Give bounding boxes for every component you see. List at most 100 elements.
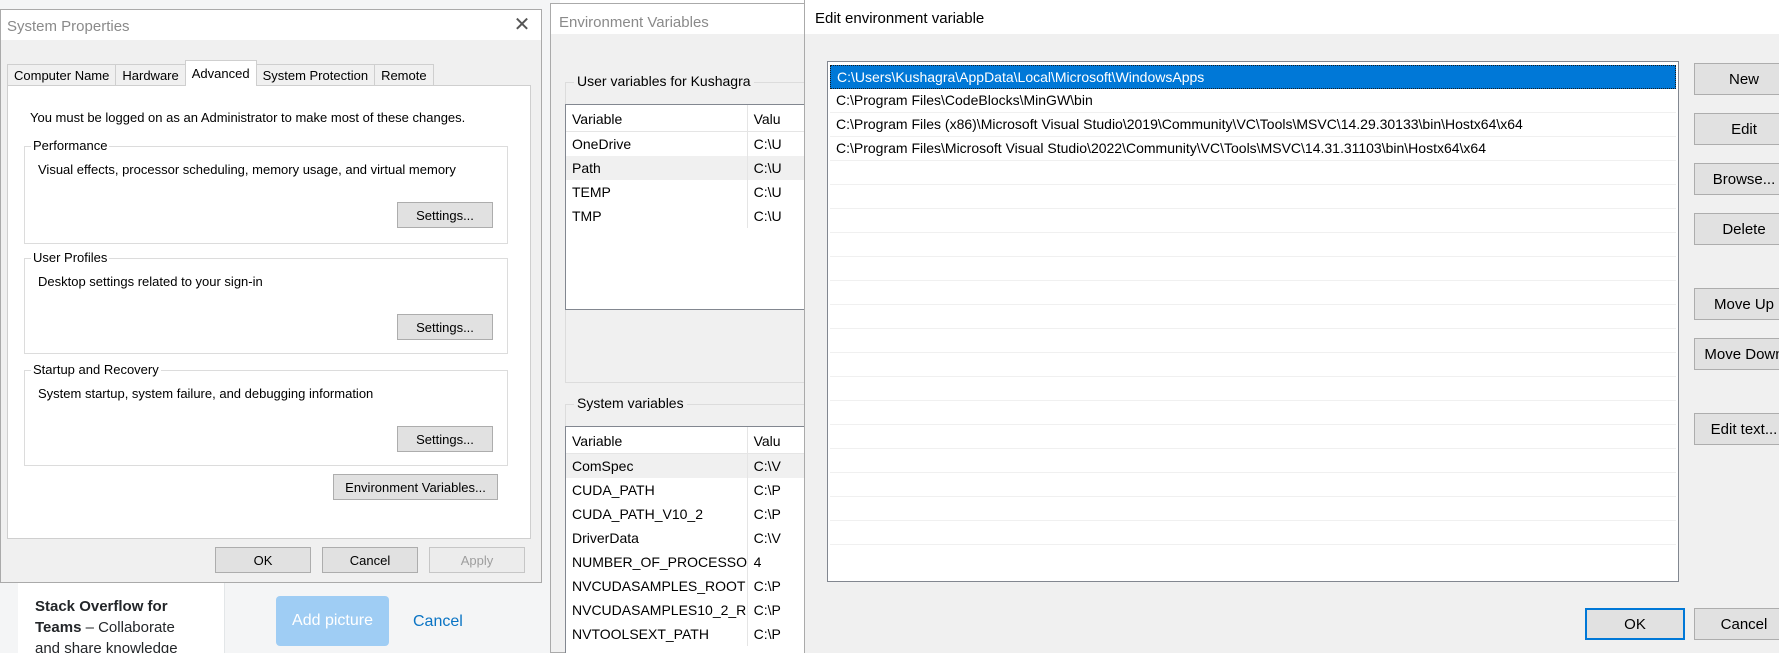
tab-system-protection[interactable]: System Protection <box>255 64 376 86</box>
system-variables-list[interactable]: Variable Valu ComSpec C:\V CUDA_PATH C:\P … <box>565 426 805 653</box>
empty-row[interactable] <box>830 185 1676 209</box>
path-list[interactable]: C:\Users\Kushagra\AppData\Local\Microsof… <box>827 61 1679 582</box>
path-list-item[interactable]: C:\Program Files\Microsoft Visual Studio… <box>830 137 1676 161</box>
background-cancel-link[interactable]: Cancel <box>413 613 463 631</box>
table-row[interactable]: CUDA_PATH C:\P <box>566 478 804 502</box>
startup-recovery-label: Startup and Recovery <box>31 362 161 377</box>
performance-desc: Visual effects, processor scheduling, me… <box>38 162 456 177</box>
table-row[interactable]: TEMP C:\U <box>566 180 804 204</box>
path-list-item[interactable]: C:\Program Files (x86)\Microsoft Visual … <box>830 113 1676 137</box>
empty-row[interactable] <box>830 281 1676 305</box>
ok-button[interactable]: OK <box>1585 608 1685 640</box>
col-variable[interactable]: Variable <box>566 427 748 453</box>
variable-value: C:\P <box>753 482 781 498</box>
variable-name: CUDA_PATH <box>566 478 748 502</box>
edit-text-button[interactable]: Edit text... <box>1694 413 1779 445</box>
user-profiles-group: User Profiles Desktop settings related t… <box>24 250 508 354</box>
empty-row[interactable] <box>830 353 1676 377</box>
empty-row[interactable] <box>830 401 1676 425</box>
startup-recovery-settings-label: Settings... <box>416 431 474 447</box>
variable-value: C:\U <box>753 136 782 152</box>
startup-recovery-settings-button[interactable]: Settings... <box>397 426 493 452</box>
variable-name: NVCUDASAMPLES_ROOT <box>566 574 748 598</box>
cancel-button[interactable]: Cancel <box>322 547 418 573</box>
tab-advanced[interactable]: Advanced <box>184 60 257 86</box>
table-row[interactable]: OneDrive C:\U <box>566 132 804 156</box>
move-down-button[interactable]: Move Down <box>1694 338 1779 370</box>
table-row[interactable]: TMP C:\U <box>566 204 804 228</box>
table-row[interactable]: NVCUDASAMPLES_ROOT C:\P <box>566 574 804 598</box>
so-teams-promo[interactable]: Stack Overflow for Teams – Collaborate a… <box>35 596 195 653</box>
system-properties-titlebar[interactable]: System Properties <box>1 10 541 40</box>
variable-value: C:\U <box>753 184 782 200</box>
edit-button[interactable]: Edit <box>1694 113 1779 145</box>
empty-row[interactable] <box>830 161 1676 185</box>
user-variables-header: Variable Valu <box>566 105 804 132</box>
empty-row[interactable] <box>830 473 1676 497</box>
table-row[interactable]: ComSpec C:\V <box>566 454 804 478</box>
col-value[interactable]: Valu <box>748 427 804 453</box>
empty-row[interactable] <box>830 377 1676 401</box>
variable-name: TEMP <box>566 180 748 204</box>
admin-note: You must be logged on as an Administrato… <box>30 110 466 125</box>
table-row[interactable]: NVTOOLSEXT_PATH C:\P <box>566 622 804 646</box>
path-list-item[interactable]: C:\Users\Kushagra\AppData\Local\Microsof… <box>830 65 1676 89</box>
browse-button[interactable]: Browse... <box>1694 163 1779 195</box>
col-value[interactable]: Valu <box>748 105 804 131</box>
variable-value: C:\P <box>753 626 781 642</box>
delete-button[interactable]: Delete <box>1694 213 1779 245</box>
table-row[interactable]: CUDA_PATH_V10_2 C:\P <box>566 502 804 526</box>
path-list-item[interactable]: C:\Program Files\CodeBlocks\MinGW\bin <box>830 89 1676 113</box>
startup-recovery-desc: System startup, system failure, and debu… <box>38 386 374 401</box>
table-row[interactable]: Path C:\U <box>566 156 804 180</box>
add-picture-button[interactable]: Add picture <box>276 596 389 646</box>
variable-name: DriverData <box>566 526 748 550</box>
system-properties-window: System Properties ✕ Computer Name Hardwa… <box>0 9 542 583</box>
empty-row[interactable] <box>830 521 1676 545</box>
environment-variables-button[interactable]: Environment Variables... <box>333 474 498 500</box>
tab-remote[interactable]: Remote <box>374 64 434 86</box>
variable-name: NVCUDASAMPLES10_2_R... <box>566 598 748 622</box>
table-row[interactable]: NVCUDASAMPLES10_2_R... C:\P <box>566 598 804 622</box>
apply-button[interactable]: Apply <box>429 547 525 573</box>
move-up-button[interactable]: Move Up <box>1694 288 1779 320</box>
tab-strip: Computer Name Hardware Advanced System P… <box>7 60 434 86</box>
tab-hardware[interactable]: Hardware <box>115 64 186 86</box>
col-variable[interactable]: Variable <box>566 105 748 131</box>
tab-computer-name[interactable]: Computer Name <box>7 64 117 86</box>
close-icon[interactable]: ✕ <box>513 15 531 35</box>
empty-row[interactable] <box>830 209 1676 233</box>
environment-variables-titlebar[interactable]: Environment Variables <box>551 4 809 34</box>
performance-group: Performance Visual effects, processor sc… <box>24 138 508 244</box>
variable-name: Path <box>566 156 748 180</box>
new-button[interactable]: New <box>1694 63 1779 95</box>
ok-button[interactable]: OK <box>215 547 311 573</box>
empty-row[interactable] <box>830 329 1676 353</box>
table-row[interactable]: DriverData C:\V <box>566 526 804 550</box>
cancel-button[interactable]: Cancel <box>1694 608 1779 640</box>
user-profiles-settings-button[interactable]: Settings... <box>397 314 493 340</box>
edit-env-titlebar[interactable]: Edit environment variable <box>805 0 1779 34</box>
user-profiles-desc: Desktop settings related to your sign-in <box>38 274 263 289</box>
performance-settings-label: Settings... <box>416 207 474 223</box>
variable-name: ComSpec <box>566 454 748 478</box>
empty-row[interactable] <box>830 449 1676 473</box>
table-row[interactable]: NUMBER_OF_PROCESSORS 4 <box>566 550 804 574</box>
variable-value: C:\P <box>753 602 781 618</box>
empty-row[interactable] <box>830 425 1676 449</box>
performance-settings-button[interactable]: Settings... <box>397 202 493 228</box>
variable-name: NVTOOLSEXT_PATH <box>566 622 748 646</box>
empty-row[interactable] <box>830 257 1676 281</box>
user-variables-list[interactable]: Variable Valu OneDrive C:\U Path C:\U TEMP… <box>565 104 805 310</box>
variable-name: NUMBER_OF_PROCESSORS <box>566 550 748 574</box>
environment-variables-button-label: Environment Variables... <box>345 479 486 495</box>
advanced-tab-panel: You must be logged on as an Administrato… <box>7 85 531 539</box>
system-properties-title: System Properties <box>7 18 130 35</box>
environment-variables-window: Environment Variables User variables for… <box>550 3 825 653</box>
variable-value: C:\U <box>753 208 782 224</box>
empty-row[interactable] <box>830 305 1676 329</box>
empty-row[interactable] <box>830 497 1676 521</box>
system-variables-label: System variables <box>574 395 687 411</box>
environment-variables-title: Environment Variables <box>559 14 709 31</box>
empty-row[interactable] <box>830 233 1676 257</box>
